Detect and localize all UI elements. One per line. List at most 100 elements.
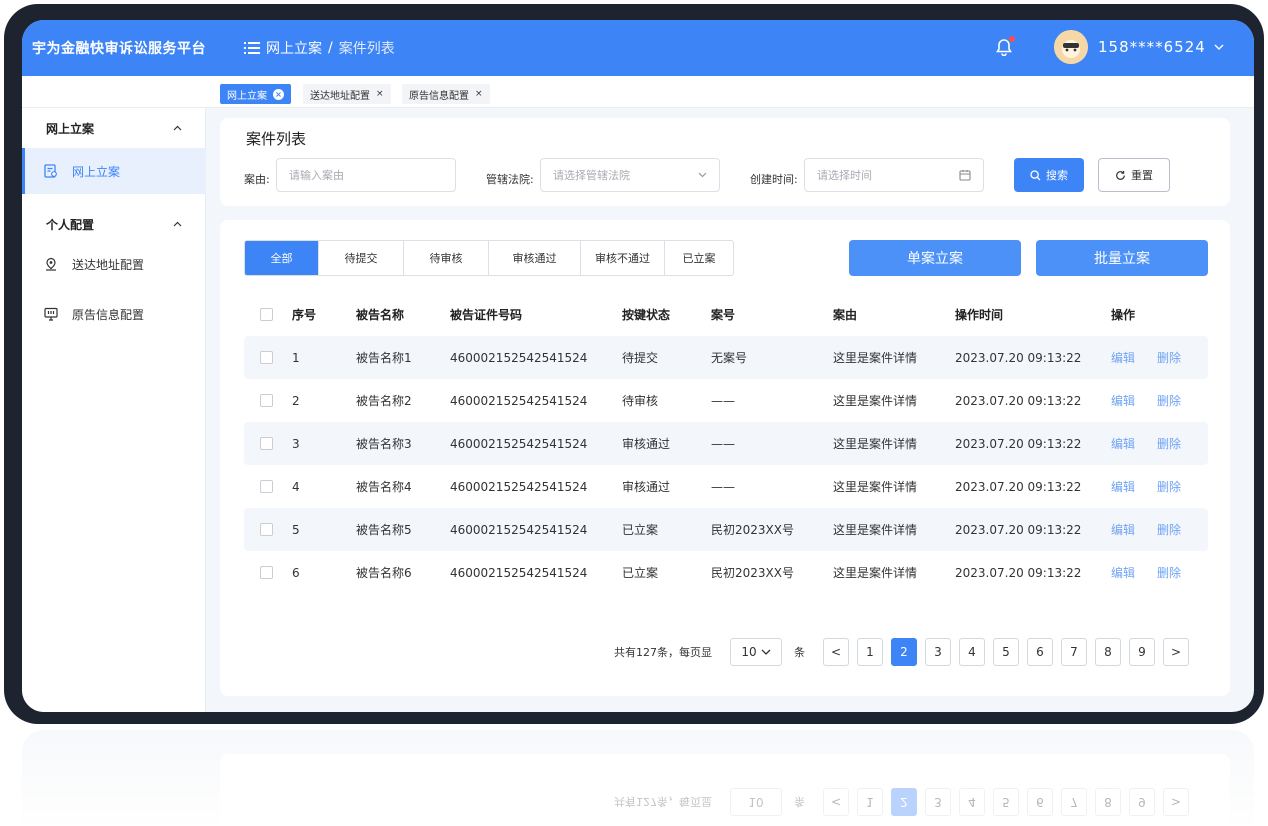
defendant-id: 460002152542541524 [450, 393, 588, 408]
case-cause-input[interactable]: 请输入案由 [276, 158, 456, 192]
next-page-button[interactable]: > [1163, 638, 1189, 666]
table-row: 2 被告名称2 460002152542541524 待审核 —— 这里是案件详… [244, 379, 1208, 422]
edit-link[interactable]: 编辑 [1111, 379, 1135, 422]
court-select[interactable]: 请选择管辖法院 [540, 158, 720, 192]
tab-pending-review[interactable]: 待审核 [404, 241, 489, 275]
batch-filing-button[interactable]: 批量立案 [1036, 240, 1208, 276]
tag-delivery-address[interactable]: 送达地址配置 × [303, 84, 391, 104]
case-number: 无案号 [711, 351, 748, 365]
reset-button[interactable]: 重置 [1098, 158, 1170, 192]
tab-pending-submit[interactable]: 待提交 [319, 241, 404, 275]
reflection-next: > [1163, 788, 1189, 816]
sidebar-item-plaintiff-info[interactable]: 原告信息配置 [22, 291, 206, 337]
sidebar-group-personal[interactable]: 个人配置 [22, 204, 206, 244]
page-button[interactable]: 5 [993, 638, 1019, 666]
page-button[interactable]: 8 [1095, 638, 1121, 666]
page-button[interactable]: 3 [925, 638, 951, 666]
prev-page-button[interactable]: < [823, 638, 849, 666]
delete-link[interactable]: 删除 [1157, 336, 1181, 379]
tag-online-filing[interactable]: 网上立案 × [220, 84, 291, 104]
reflection-page-current: 2 [891, 788, 917, 816]
edit-link[interactable]: 编辑 [1111, 508, 1135, 551]
created-time-placeholder: 请选择时间 [817, 169, 872, 182]
row-number: 2 [292, 393, 300, 408]
reflection-card: 共有127条，每页显 10 条 < 1 2 3 4 5 6 7 8 9 > [220, 754, 1230, 826]
case-cause: 这里是案件详情 [833, 394, 918, 408]
edit-link[interactable]: 编辑 [1111, 551, 1135, 594]
app-title: 宇为金融快审诉讼服务平台 [32, 41, 206, 57]
reflection-page: 1 [857, 788, 883, 816]
sidebar-item-label: 原告信息配置 [72, 307, 145, 322]
menu-icon[interactable] [244, 41, 260, 55]
user-menu[interactable]: 158****6524 [1098, 38, 1224, 56]
tab-filed[interactable]: 已立案 [665, 241, 733, 275]
page-size-select[interactable]: 10 [730, 638, 782, 666]
single-filing-button[interactable]: 单案立案 [849, 240, 1021, 276]
delete-link[interactable]: 删除 [1157, 422, 1181, 465]
delete-link[interactable]: 删除 [1157, 551, 1181, 594]
row-checkbox[interactable] [260, 394, 273, 407]
row-number: 6 [292, 565, 300, 580]
row-number: 5 [292, 522, 300, 537]
table-row: 1 被告名称1 460002152542541524 待提交 无案号 这里是案件… [244, 336, 1208, 379]
column-header: 按键状态 [622, 307, 671, 322]
defendant-name: 被告名称4 [356, 480, 412, 494]
tag-plaintiff-info[interactable]: 原告信息配置 × [402, 84, 490, 104]
page-button[interactable]: 6 [1027, 638, 1053, 666]
case-register-icon [44, 164, 57, 178]
tab-approved[interactable]: 审核通过 [489, 241, 581, 275]
reflection-page: 5 [993, 788, 1019, 816]
close-icon[interactable]: × [376, 89, 384, 99]
breadcrumb-current: 案件列表 [338, 41, 395, 57]
avatar[interactable] [1054, 30, 1088, 64]
edit-link[interactable]: 编辑 [1111, 422, 1135, 465]
case-cause-label: 案由: [244, 173, 270, 186]
row-checkbox[interactable] [260, 523, 273, 536]
chevron-down-icon [698, 172, 707, 178]
top-bar: 宇为金融快审诉讼服务平台 网上立案 / 案件列表 158****6524 [22, 20, 1254, 76]
column-header: 操作时间 [955, 307, 1004, 322]
breadcrumb-item[interactable]: 网上立案 [266, 38, 322, 58]
column-header: 被告名称 [356, 307, 405, 322]
sidebar-group-online-filing[interactable]: 网上立案 [22, 108, 206, 148]
page-button[interactable]: 1 [857, 638, 883, 666]
edit-link[interactable]: 编辑 [1111, 336, 1135, 379]
app-screen: 宇为金融快审诉讼服务平台 网上立案 / 案件列表 158****6524 网上立… [22, 20, 1254, 712]
select-all-checkbox[interactable] [260, 307, 273, 321]
reflection-pagination: 共有127条，每页显 10 条 < 1 2 3 4 5 6 7 8 9 > [614, 788, 1197, 816]
page-button[interactable]: 7 [1061, 638, 1087, 666]
tab-rejected[interactable]: 审核不通过 [581, 241, 665, 275]
row-checkbox[interactable] [260, 351, 273, 364]
reflection-prev: < [823, 788, 849, 816]
created-time-picker[interactable]: 请选择时间 [804, 158, 984, 192]
operation-time: 2023.07.20 09:13:22 [955, 565, 1082, 580]
row-checkbox[interactable] [260, 566, 273, 579]
page-size-value: 10 [741, 645, 757, 659]
search-button[interactable]: 搜索 [1014, 158, 1084, 192]
sidebar-group-label: 个人配置 [46, 217, 95, 232]
status-filter-tabs: 全部 待提交 待审核 审核通过 审核不通过 已立案 [244, 240, 734, 276]
reflection-page: 7 [1061, 788, 1087, 816]
page-button-current[interactable]: 2 [891, 638, 917, 666]
sidebar-item-label: 网上立案 [72, 164, 121, 179]
row-checkbox[interactable] [260, 437, 273, 450]
page-button[interactable]: 9 [1129, 638, 1155, 666]
breadcrumb-separator: / [328, 40, 333, 56]
edit-link[interactable]: 编辑 [1111, 465, 1135, 508]
reflection-page: 9 [1129, 788, 1155, 816]
close-icon[interactable]: × [475, 89, 483, 99]
row-checkbox[interactable] [260, 480, 273, 493]
court-label: 管辖法院: [486, 173, 534, 186]
case-number: —— [711, 436, 735, 451]
tab-all[interactable]: 全部 [245, 241, 319, 275]
notification-dot [1009, 36, 1015, 42]
pagination: 共有127条，每页显 10 条 < 1 2 3 4 5 6 7 8 9 > [614, 638, 1197, 666]
sidebar-item-delivery-address[interactable]: 送达地址配置 [22, 241, 206, 287]
case-number: 民初2023XX号 [711, 566, 794, 580]
close-icon[interactable]: × [273, 88, 284, 100]
sidebar-item-online-filing[interactable]: 网上立案 [22, 148, 206, 194]
delete-link[interactable]: 删除 [1157, 379, 1181, 422]
delete-link[interactable]: 删除 [1157, 508, 1181, 551]
page-button[interactable]: 4 [959, 638, 985, 666]
delete-link[interactable]: 删除 [1157, 465, 1181, 508]
